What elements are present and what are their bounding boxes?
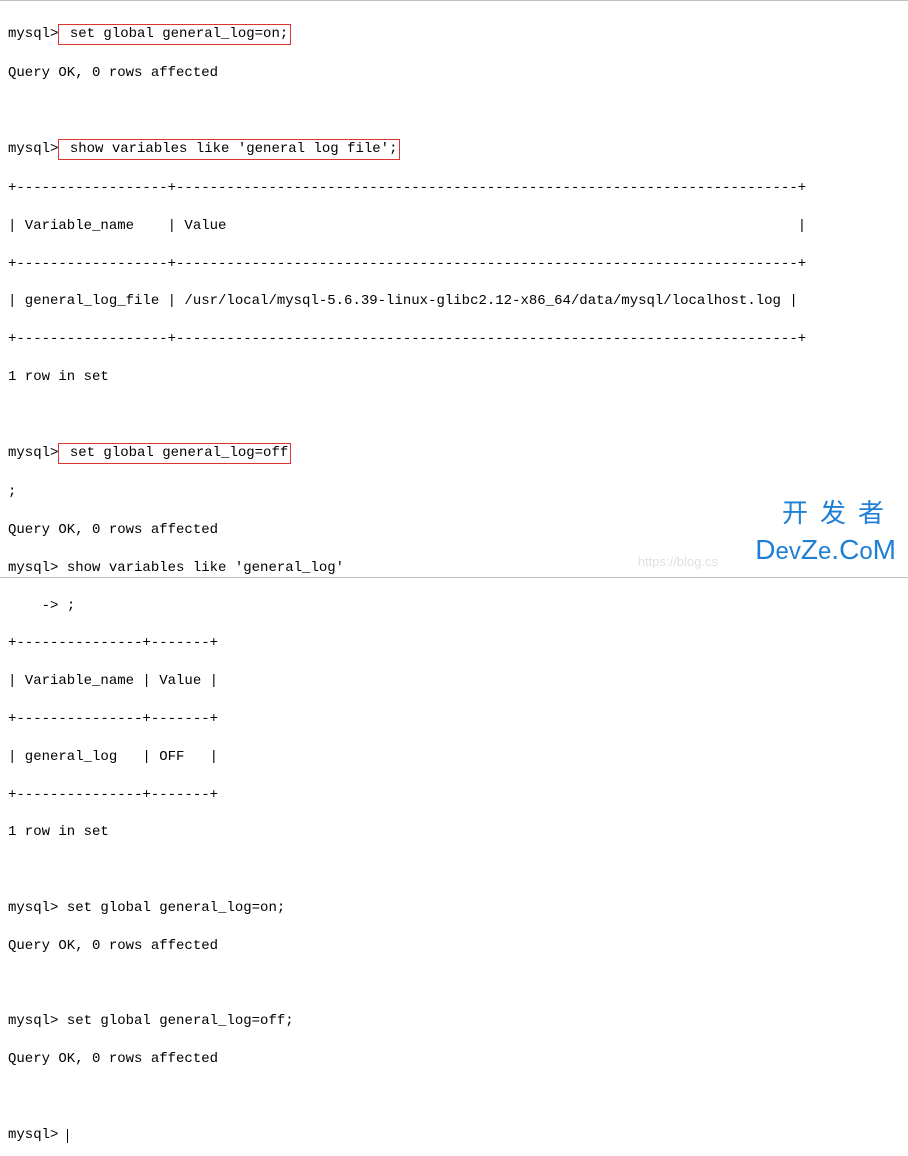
- continuation-prompt: ->: [8, 598, 58, 614]
- table2-border: +---------------+-------+: [8, 634, 900, 653]
- query-ok-3: Query OK, 0 rows affected: [8, 937, 900, 956]
- table2-border: +---------------+-------+: [8, 710, 900, 729]
- table1-border: +------------------+--------------------…: [8, 179, 900, 198]
- query-ok-1: Query OK, 0 rows affected: [8, 64, 900, 83]
- cmd-show-genlog: show variables like 'general_log': [58, 560, 344, 576]
- cmd-set-off-2: set global general_log=off;: [58, 1013, 293, 1029]
- cmd-set-on-2: set global general_log=on;: [58, 900, 285, 916]
- cursor-icon[interactable]: [67, 1129, 68, 1143]
- highlighted-command-1: set global general_log=on;: [58, 24, 291, 45]
- mysql-prompt: mysql>: [8, 26, 58, 42]
- table2-border: +---------------+-------+: [8, 786, 900, 805]
- table2-row: | general_log | OFF |: [8, 748, 900, 767]
- mysql-prompt: mysql>: [8, 1013, 58, 1029]
- prompt-space: [58, 1127, 66, 1143]
- table2-header: | Variable_name | Value |: [8, 672, 900, 691]
- table1-header: | Variable_name | Value |: [8, 217, 900, 236]
- mysql-prompt: mysql>: [8, 1127, 58, 1143]
- mysql-prompt: mysql>: [8, 141, 58, 157]
- mysql-prompt: mysql>: [8, 445, 58, 461]
- query-ok-2: Query OK, 0 rows affected: [8, 521, 900, 540]
- terminal-output: mysql> set global general_log=on; Query …: [8, 5, 900, 1156]
- table1-border: +------------------+--------------------…: [8, 255, 900, 274]
- watermark-faint: https://blog.cs: [638, 553, 718, 571]
- rows-in-set-1: 1 row in set: [8, 368, 900, 387]
- query-ok-4: Query OK, 0 rows affected: [8, 1050, 900, 1069]
- table1-border: +------------------+--------------------…: [8, 330, 900, 349]
- semicolon-line: ;: [8, 483, 900, 502]
- highlighted-command-3: set global general_log=off: [58, 443, 291, 464]
- mysql-prompt: mysql>: [8, 560, 58, 576]
- mysql-prompt: mysql>: [8, 900, 58, 916]
- table1-row: | general_log_file | /usr/local/mysql-5.…: [8, 292, 900, 311]
- cont-semi: ;: [58, 598, 75, 614]
- rows-in-set-2: 1 row in set: [8, 823, 900, 842]
- highlighted-command-2: show variables like 'general log file';: [58, 139, 400, 160]
